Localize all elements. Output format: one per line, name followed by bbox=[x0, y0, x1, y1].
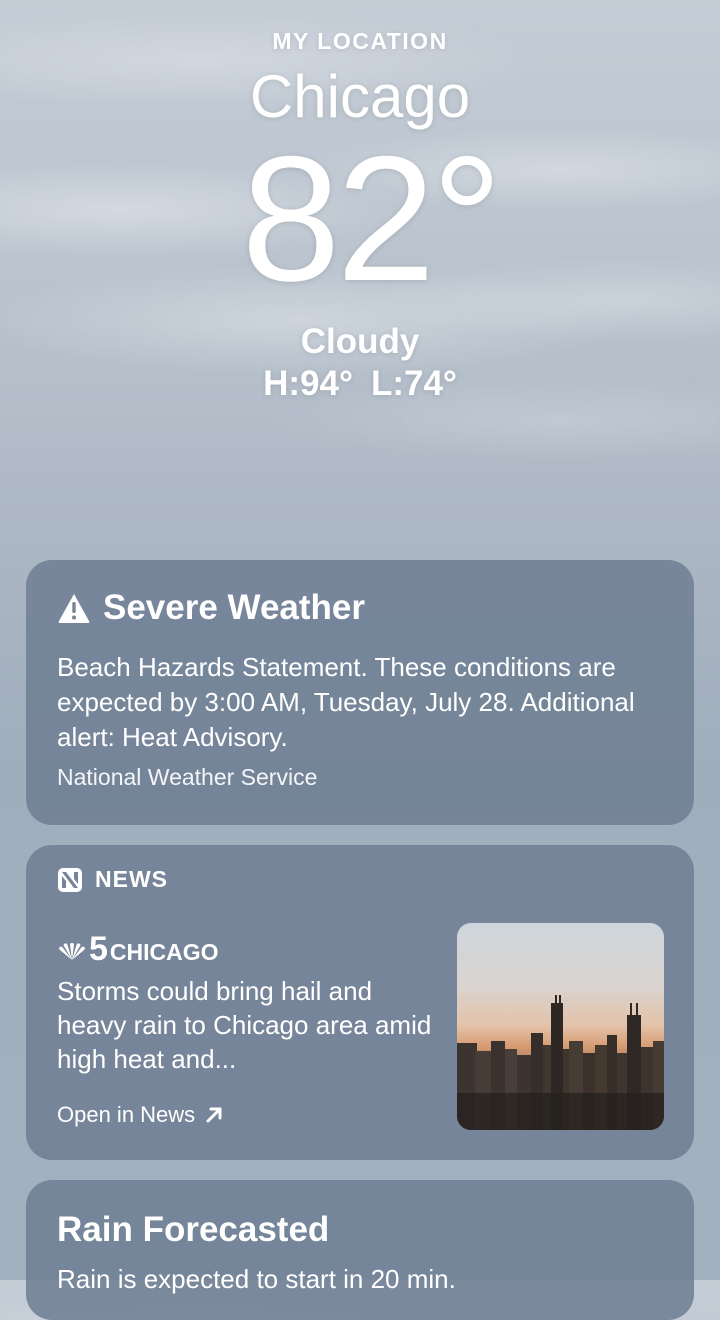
rain-forecast-card[interactable] bbox=[26, 1180, 694, 1320]
news-thumbnail-image[interactable] bbox=[457, 923, 664, 1130]
peacock-icon bbox=[59, 943, 85, 960]
high-temperature: H:94° bbox=[263, 364, 353, 403]
news-label: NEWS bbox=[95, 866, 168, 892]
apple-news-icon bbox=[58, 867, 82, 892]
open-in-news-label: Open in News bbox=[57, 1102, 196, 1127]
publisher-channel-number: 5 bbox=[89, 930, 108, 968]
severe-weather-header: Severe Weather bbox=[57, 588, 365, 628]
chicago-skyline-photo bbox=[457, 995, 664, 1130]
publisher-name: CHICAGO bbox=[109, 939, 219, 965]
severe-weather-description: Beach Hazards Statement. These condition… bbox=[57, 652, 635, 752]
publisher-logo: 5 CHICAGO bbox=[57, 930, 219, 966]
news-headline[interactable]: Storms could bring hail and heavy rain t… bbox=[57, 974, 437, 1076]
rain-forecast-description: Rain is expected to start in 20 min. bbox=[57, 1264, 456, 1294]
open-in-news-link[interactable]: Open in News bbox=[57, 1102, 225, 1128]
high-low: H:94° L:74° bbox=[0, 364, 720, 404]
severe-weather-title: Severe Weather bbox=[103, 588, 366, 627]
current-temperature: 82° bbox=[241, 119, 502, 318]
news-header: NEWS bbox=[57, 866, 168, 893]
current-conditions-header: MY LOCATION Chicago 82° Cloudy H:94° L:74… bbox=[0, 0, 720, 420]
location-label: MY LOCATION bbox=[272, 28, 448, 54]
severe-weather-source: National Weather Service bbox=[57, 764, 318, 790]
warning-triangle-icon bbox=[58, 594, 90, 623]
condition-text: Cloudy bbox=[300, 322, 420, 361]
low-temperature: L:74° bbox=[370, 364, 457, 403]
arrow-up-right-icon bbox=[206, 1107, 222, 1123]
rain-forecast-title: Rain Forecasted bbox=[57, 1210, 330, 1249]
